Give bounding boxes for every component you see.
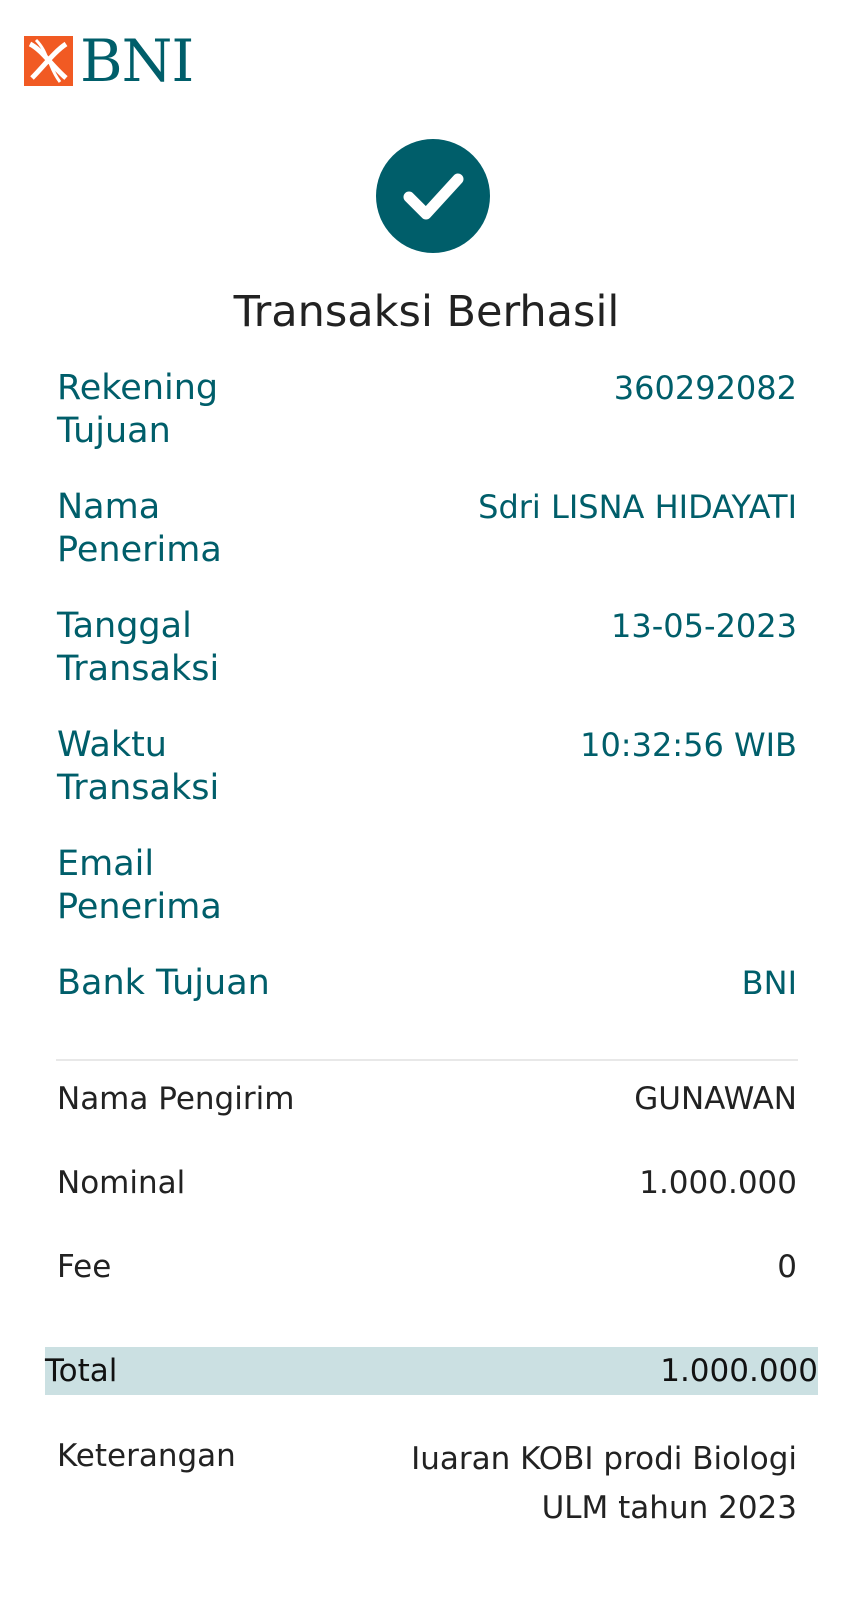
page-title: Transaksi Berhasil (233, 287, 620, 337)
bni-logo-text: BNI (80, 27, 194, 95)
detail-value: 0 (777, 1249, 797, 1285)
detail-value: 360292082 (613, 369, 797, 407)
detail-label: Waktu Transaksi (57, 725, 220, 808)
detail-label: Nama Pengirim (57, 1081, 295, 1117)
bni-logo: BNI (24, 27, 194, 95)
total-label: Total (45, 1353, 118, 1389)
detail-label: Nama Penerima (57, 487, 222, 570)
bni-logo-icon (24, 36, 73, 86)
detail-row-total: Total 1.000.000 (45, 1347, 818, 1395)
detail-label: Fee (57, 1249, 112, 1285)
detail-value: 10:32:56 WIB (580, 726, 797, 764)
detail-label: Nominal (57, 1165, 186, 1201)
detail-value: GUNAWAN (634, 1081, 797, 1117)
checkmark-icon (403, 173, 464, 220)
total-value: 1.000.000 (660, 1353, 818, 1389)
success-status-badge (376, 139, 490, 253)
detail-label: Rekening Tujuan (57, 368, 219, 451)
detail-value: Iuaran KOBI prodi Biologi ULM tahun 2023 (411, 1441, 797, 1526)
section-divider (56, 1059, 798, 1061)
detail-value: Sdri LISNA HIDAYATI (478, 488, 797, 526)
detail-label: Keterangan (57, 1438, 236, 1474)
detail-label: Bank Tujuan (57, 963, 270, 1003)
detail-value: 1.000.000 (639, 1165, 797, 1201)
detail-value: BNI (741, 964, 797, 1002)
detail-label: Tanggal Transaksi (57, 606, 220, 689)
detail-label: Email Penerima (57, 844, 222, 927)
detail-value: 13-05-2023 (611, 607, 797, 645)
